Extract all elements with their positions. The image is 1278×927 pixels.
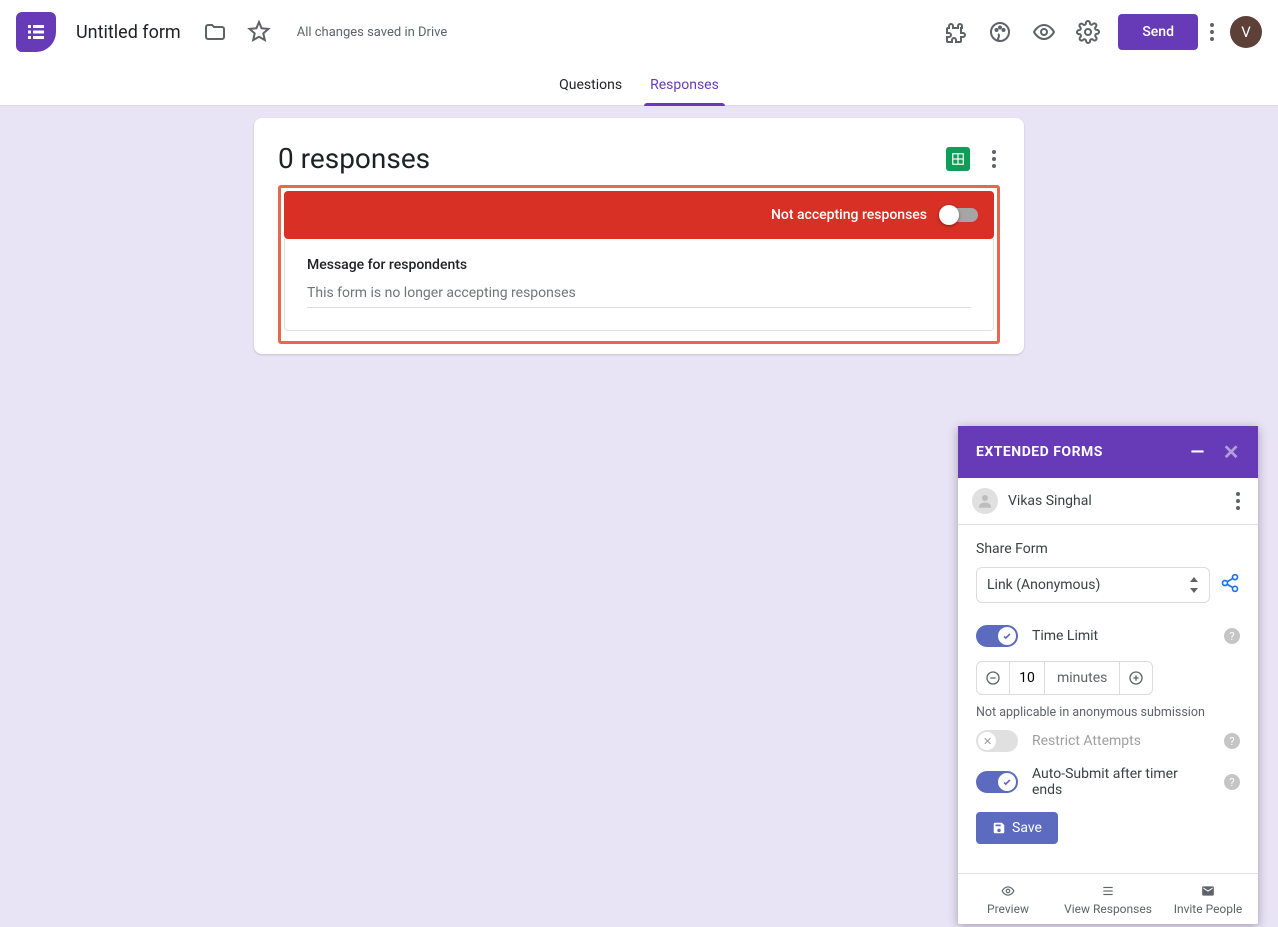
responses-more-icon[interactable] xyxy=(988,146,1000,172)
time-value[interactable]: 10 xyxy=(1009,662,1045,694)
tab-questions[interactable]: Questions xyxy=(545,64,636,106)
restrict-label: Restrict Attempts xyxy=(1032,733,1141,749)
star-icon[interactable] xyxy=(239,12,279,52)
auto-submit-label: Auto-Submit after timer ends xyxy=(1032,766,1182,798)
preview-icon[interactable] xyxy=(1024,12,1064,52)
highlight-annotation: Not accepting responses Message for resp… xyxy=(278,185,1000,344)
respondent-message-area: Message for respondents This form is no … xyxy=(284,239,994,331)
close-icon[interactable]: ✕ xyxy=(1223,440,1240,464)
time-limit-toggle[interactable] xyxy=(976,625,1018,647)
restrict-toggle[interactable]: ✕ xyxy=(976,730,1018,752)
time-unit: minutes xyxy=(1045,662,1120,694)
user-silhouette-icon xyxy=(972,488,998,514)
decrement-button[interactable] xyxy=(977,662,1009,694)
share-icon[interactable] xyxy=(1220,573,1240,597)
help-icon[interactable]: ? xyxy=(1224,733,1240,749)
save-label: Save xyxy=(1012,820,1042,836)
app-header: Untitled form All changes saved in Drive… xyxy=(0,0,1278,64)
accepting-banner: Not accepting responses xyxy=(284,191,994,239)
ext-title: EXTENDED FORMS xyxy=(976,444,1103,460)
ext-body: Share Form Link (Anonymous) Time Limit ?… xyxy=(958,525,1258,873)
move-folder-icon[interactable] xyxy=(195,12,235,52)
ext-user-row: Vikas Singhal xyxy=(958,478,1258,525)
share-label: Share Form xyxy=(976,541,1240,557)
user-avatar[interactable]: V xyxy=(1230,16,1262,48)
footer-preview[interactable]: Preview xyxy=(958,874,1058,924)
footer-view-responses[interactable]: View Responses xyxy=(1058,874,1158,924)
accepting-toggle[interactable] xyxy=(941,208,978,222)
more-icon[interactable] xyxy=(1206,19,1218,45)
send-button[interactable]: Send xyxy=(1118,14,1198,50)
responses-count: 0 responses xyxy=(278,142,946,175)
ext-save-button[interactable]: Save xyxy=(976,812,1058,844)
help-icon[interactable]: ? xyxy=(1224,774,1240,790)
share-type-value: Link (Anonymous) xyxy=(987,577,1100,593)
responses-card: 0 responses Not accepting responses Mess… xyxy=(254,118,1024,354)
ext-user-name: Vikas Singhal xyxy=(1008,493,1092,509)
share-type-select[interactable]: Link (Anonymous) xyxy=(976,567,1210,603)
increment-button[interactable] xyxy=(1120,662,1152,694)
tabs: Questions Responses xyxy=(0,64,1278,106)
accepting-label: Not accepting responses xyxy=(771,207,927,223)
anonymous-note: Not applicable in anonymous submission xyxy=(976,705,1240,720)
footer-invite-label: Invite People xyxy=(1174,902,1243,916)
sheets-icon[interactable] xyxy=(946,147,970,171)
save-status: All changes saved in Drive xyxy=(297,25,448,40)
ext-user-more-icon[interactable] xyxy=(1232,488,1244,514)
content-area: 0 responses Not accepting responses Mess… xyxy=(0,106,1278,354)
time-stepper: 10 minutes xyxy=(976,661,1153,695)
auto-submit-toggle[interactable] xyxy=(976,771,1018,793)
respondent-msg-label: Message for respondents xyxy=(307,257,971,273)
ext-panel-header: EXTENDED FORMS — ✕ xyxy=(958,426,1258,478)
footer-preview-label: Preview xyxy=(987,902,1029,916)
forms-logo-icon[interactable] xyxy=(16,12,56,52)
palette-icon[interactable] xyxy=(980,12,1020,52)
ext-footer: Preview View Responses Invite People xyxy=(958,873,1258,924)
extended-forms-panel: EXTENDED FORMS — ✕ Vikas Singhal Share F… xyxy=(958,426,1258,924)
help-icon[interactable]: ? xyxy=(1224,628,1240,644)
settings-icon[interactable] xyxy=(1068,12,1108,52)
footer-invite[interactable]: Invite People xyxy=(1158,874,1258,924)
tab-responses[interactable]: Responses xyxy=(636,64,733,106)
footer-view-label: View Responses xyxy=(1064,902,1152,916)
addons-icon[interactable] xyxy=(936,12,976,52)
form-title[interactable]: Untitled form xyxy=(76,22,181,43)
minimize-icon[interactable]: — xyxy=(1191,442,1205,463)
respondent-msg-input[interactable]: This form is no longer accepting respons… xyxy=(307,285,971,308)
time-limit-label: Time Limit xyxy=(1032,628,1098,644)
